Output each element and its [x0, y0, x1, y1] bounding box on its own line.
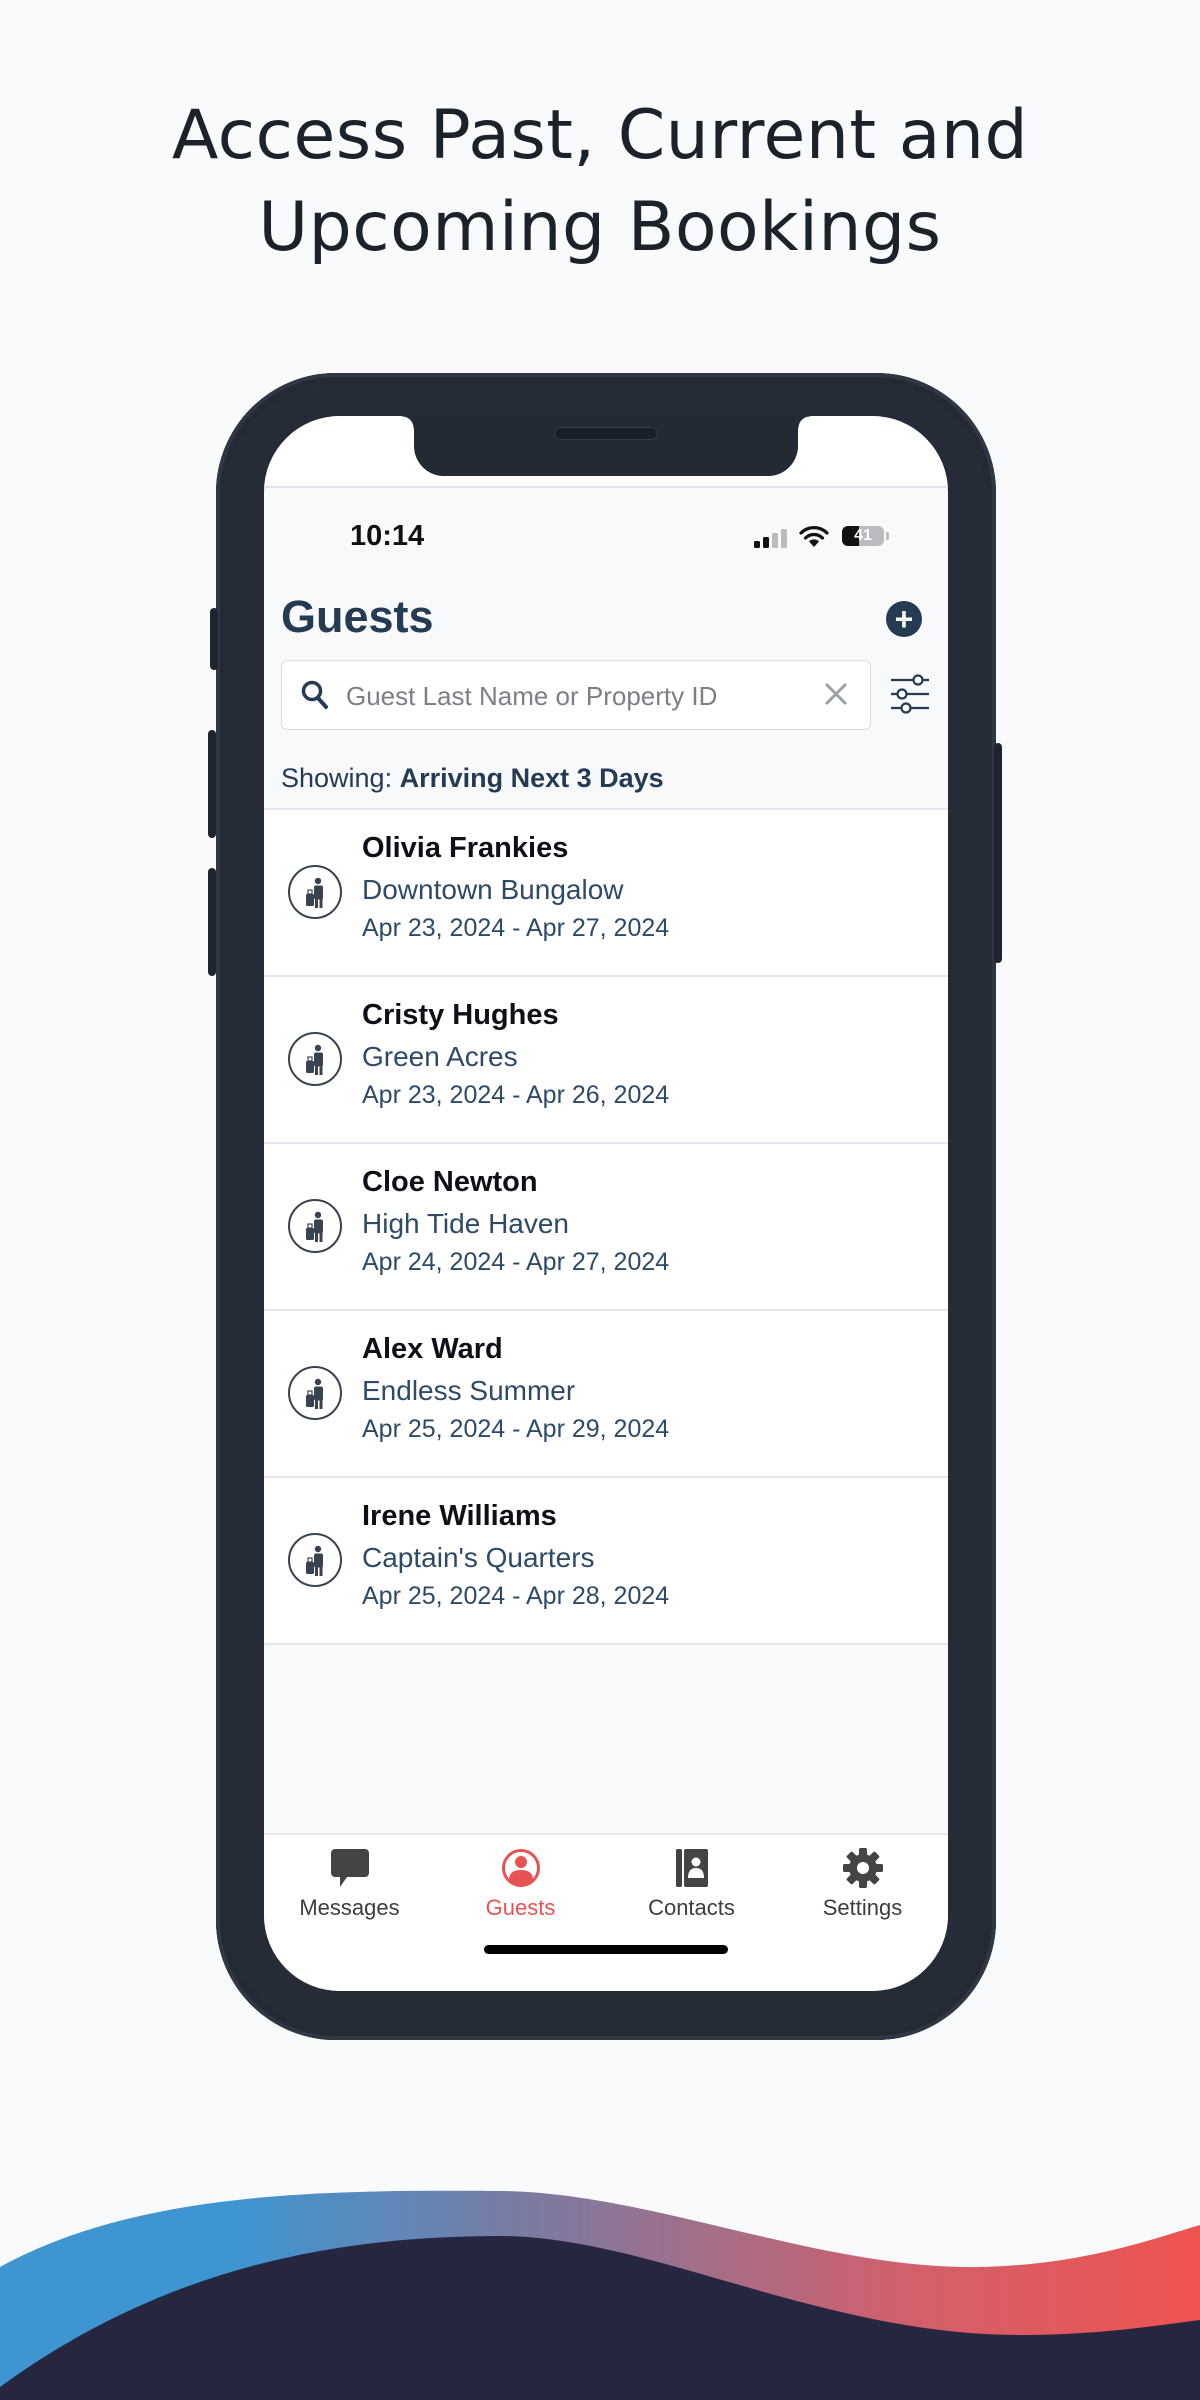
tab-label: Settings	[822, 1895, 903, 1920]
plus-circle-icon: +	[894, 601, 914, 637]
address-book-icon	[675, 1849, 708, 1887]
status-time: 10:14	[350, 520, 425, 552]
guest-avatar	[288, 1032, 342, 1086]
search-placeholder: Guest Last Name or Property ID	[346, 681, 718, 711]
page-title: Guests	[281, 591, 434, 642]
wifi-icon	[799, 526, 829, 547]
tab-label: Messages	[299, 1895, 400, 1920]
tab-contacts[interactable]: Contacts	[606, 1843, 777, 1921]
tab-guests[interactable]: Guests	[435, 1843, 606, 1921]
status-bar: 10:14 41	[264, 516, 948, 556]
signal-bar-1	[754, 541, 760, 548]
guest-avatar	[288, 865, 342, 919]
guest-row[interactable]: Irene Williams Captain's Quarters Apr 25, …	[264, 1478, 948, 1645]
user-circle-icon	[501, 1849, 540, 1887]
signal-bar-3	[772, 533, 778, 548]
guest-property: High Tide Haven	[362, 1208, 570, 1239]
tab-label: Guests	[485, 1895, 556, 1920]
tab-label: Contacts	[648, 1895, 735, 1920]
guest-property: Captain's Quarters	[362, 1542, 595, 1573]
filter-summary: Showing: Arriving Next 3 Days	[281, 763, 664, 794]
notch	[402, 416, 810, 476]
signal-bar-2	[763, 537, 769, 548]
volume-up-button	[208, 730, 216, 838]
guest-dates: Apr 23, 2024 - Apr 27, 2024	[362, 914, 670, 942]
headline: Access Past, Current and Upcoming Bookin…	[0, 90, 1200, 274]
guest-dates: Apr 23, 2024 - Apr 26, 2024	[362, 1081, 670, 1109]
guest-avatar	[288, 1533, 342, 1587]
tab-bar: Messages Guests Contacts Settings	[264, 1833, 948, 1991]
guest-name: Cloe Newton	[362, 1166, 538, 1198]
guest-property: Green Acres	[362, 1041, 518, 1072]
guest-name: Olivia Frankies	[362, 832, 569, 864]
mute-switch	[210, 608, 218, 670]
home-indicator	[484, 1945, 728, 1954]
battery-percent: 41	[854, 527, 872, 544]
guest-name: Alex Ward	[362, 1333, 503, 1365]
tab-settings[interactable]: Settings	[777, 1843, 948, 1921]
add-guest-button[interactable]: +	[886, 601, 922, 637]
sliders-icon[interactable]	[890, 672, 930, 716]
guest-row[interactable]: Alex Ward Endless Summer Apr 25, 2024 - Ap…	[264, 1311, 948, 1478]
guest-name: Cristy Hughes	[362, 999, 559, 1031]
traveler-luggage-icon	[306, 1044, 323, 1075]
guest-property: Downtown Bungalow	[362, 874, 624, 905]
volume-down-button	[208, 868, 216, 976]
tab-messages[interactable]: Messages	[264, 1843, 435, 1921]
battery-icon: 41	[842, 526, 884, 546]
guest-dates: Apr 25, 2024 - Apr 29, 2024	[362, 1415, 670, 1443]
chat-bubble-icon	[330, 1849, 369, 1887]
guest-avatar	[288, 1199, 342, 1253]
guest-avatar	[288, 1366, 342, 1420]
signal-icon	[754, 529, 787, 548]
guest-row[interactable]: Cristy Hughes Green Acres Apr 23, 2024 - A…	[264, 977, 948, 1144]
speaker-grille	[554, 427, 658, 440]
headline-line-2: Upcoming Bookings	[258, 188, 942, 267]
guest-property: Endless Summer	[362, 1375, 576, 1406]
search-icon	[301, 680, 328, 709]
headline-line-1: Access Past, Current and	[171, 96, 1029, 175]
guest-list: Olivia Frankies Downtown Bungalow Apr 23, …	[264, 808, 948, 1645]
traveler-luggage-icon	[306, 1545, 323, 1576]
close-icon[interactable]	[822, 679, 850, 709]
guest-row[interactable]: Cloe Newton High Tide Haven Apr 24, 2024 -…	[264, 1144, 948, 1311]
signal-bar-4	[781, 529, 787, 548]
traveler-luggage-icon	[306, 877, 323, 908]
guest-row[interactable]: Olivia Frankies Downtown Bungalow Apr 23, …	[264, 810, 948, 977]
guest-name: Irene Williams	[362, 1500, 557, 1532]
filter-summary-label: Showing:	[281, 763, 393, 793]
phone-mockup: 10:14 41 Guests + Guest Last Name or Pro…	[208, 373, 1002, 2040]
phone-screen: 10:14 41 Guests + Guest Last Name or Pro…	[264, 416, 948, 1991]
traveler-luggage-icon	[306, 1378, 323, 1409]
side-button	[994, 743, 1002, 963]
search-input[interactable]: Guest Last Name or Property ID	[281, 660, 871, 730]
traveler-luggage-icon	[306, 1211, 323, 1242]
guest-dates: Apr 24, 2024 - Apr 27, 2024	[362, 1248, 670, 1276]
decorative-wave	[0, 2190, 1200, 2400]
guest-dates: Apr 25, 2024 - Apr 28, 2024	[362, 1582, 670, 1610]
battery-tip	[886, 532, 889, 540]
gear-icon	[842, 1848, 883, 1888]
filter-summary-value: Arriving Next 3 Days	[399, 763, 664, 793]
